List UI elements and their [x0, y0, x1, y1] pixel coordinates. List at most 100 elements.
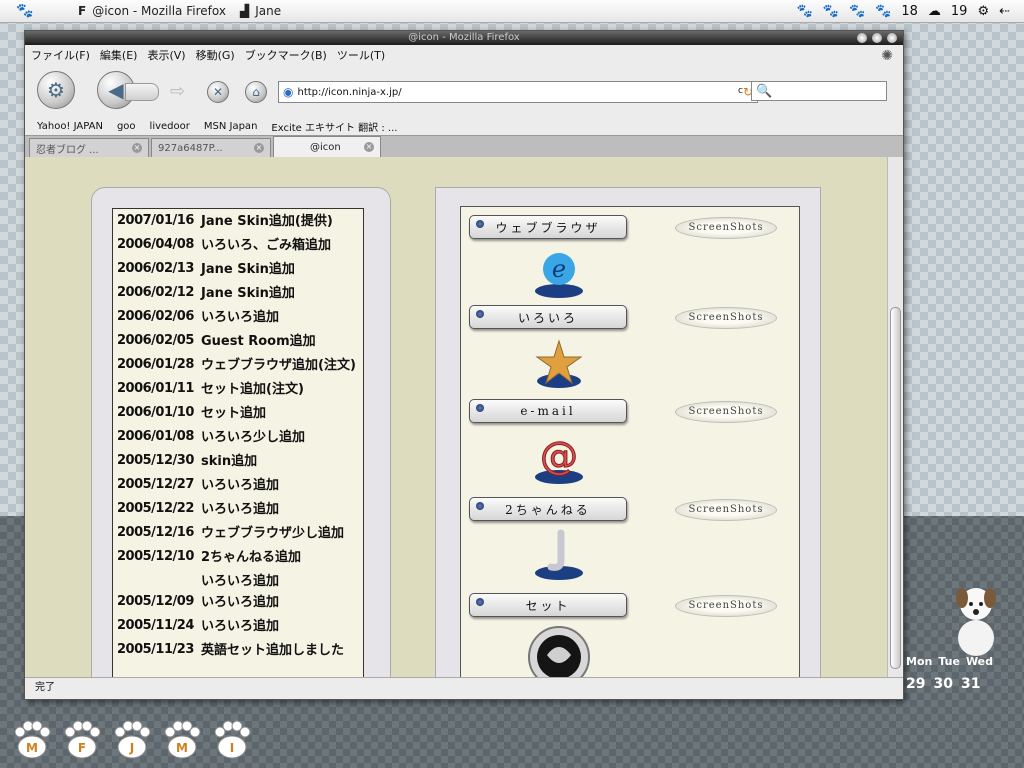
email-at-icon: @: [535, 434, 583, 484]
search-icon: 🔍: [756, 83, 773, 99]
paw-icon: F: [64, 720, 101, 759]
screenshots-button[interactable]: ScreenShots: [675, 401, 777, 423]
close-button[interactable]: [887, 33, 897, 43]
dock-paw-button[interactable]: M: [10, 720, 54, 760]
scrollbar-thumb[interactable]: [890, 307, 901, 669]
news-text[interactable]: 英語セット追加しました: [201, 638, 363, 662]
news-frame: 2007/01/16 Jane Skin追加(提供) 2006/04/08 いろいろ、…: [91, 187, 391, 677]
close-icon: ✕: [212, 85, 224, 99]
screenshots-button[interactable]: ScreenShots: [675, 595, 777, 617]
news-text[interactable]: いろいろ追加: [201, 497, 363, 521]
news-date: 2006/01/10: [117, 405, 194, 420]
tab-close-icon[interactable]: ×: [364, 142, 374, 152]
menu-file[interactable]: ファイル(F): [31, 47, 90, 63]
category-email-button[interactable]: e-mail: [469, 399, 627, 423]
news-text[interactable]: セット追加(注文): [201, 377, 363, 401]
news-text[interactable]: いろいろ追加: [201, 569, 363, 590]
news-text[interactable]: セット追加: [201, 401, 363, 425]
home-button[interactable]: ⌂: [245, 81, 267, 103]
paw-icon[interactable]: 🐾: [797, 4, 813, 19]
news-text[interactable]: ウェブブラウザ少し追加: [201, 521, 363, 545]
tab-image[interactable]: 927a6487P... ×: [151, 138, 271, 157]
news-text[interactable]: Jane Skin追加(提供): [201, 209, 363, 233]
news-date: 2006/04/08: [117, 237, 194, 252]
paw-menu-icon[interactable]: 🐾: [16, 3, 33, 19]
category-misc-button[interactable]: いろいろ: [469, 305, 627, 329]
news-date: 2005/11/24: [117, 618, 194, 633]
vertical-scrollbar[interactable]: [887, 157, 902, 677]
calendar-day: Tue: [938, 655, 960, 668]
category-web-browser-button[interactable]: ウェブブラウザ: [469, 215, 627, 239]
tab-label: @icon: [310, 141, 341, 153]
menu-edit[interactable]: 編集(E): [100, 47, 138, 63]
bookmark-item[interactable]: Excite エキサイト 翻訳 : ...: [271, 119, 397, 134]
news-text[interactable]: skin追加: [201, 449, 363, 473]
back-history-dropdown[interactable]: [125, 83, 159, 101]
news-text[interactable]: 2ちゃんねる追加: [201, 545, 363, 569]
minimize-button[interactable]: [857, 33, 867, 43]
paw-icon: J: [114, 720, 151, 759]
browser-e-icon: e: [535, 253, 583, 298]
category-set-button[interactable]: セット: [469, 593, 627, 617]
maximize-button[interactable]: [872, 33, 882, 43]
paw-icon[interactable]: 🐾: [849, 4, 865, 19]
category-list: ウェブブラウザ ScreenShots e いろいろ ScreenShots e…: [460, 206, 800, 677]
news-text[interactable]: いろいろ追加: [201, 614, 363, 638]
news-text[interactable]: Jane Skin追加: [201, 281, 363, 305]
forward-button[interactable]: ⇨: [170, 81, 185, 102]
screenshots-button[interactable]: ScreenShots: [675, 499, 777, 521]
gear-icon[interactable]: ⚙: [977, 4, 989, 19]
paw-icon: M: [164, 720, 201, 759]
tab-close-icon[interactable]: ×: [132, 143, 142, 153]
settings-gear-button[interactable]: ⚙: [37, 71, 75, 109]
screenshots-button[interactable]: ScreenShots: [675, 217, 777, 239]
task-jane[interactable]: ▟ Jane: [240, 2, 281, 20]
news-text[interactable]: Jane Skin追加: [201, 257, 363, 281]
menu-bookmarks[interactable]: ブックマーク(B): [245, 47, 327, 63]
tab-close-icon[interactable]: ×: [254, 143, 264, 153]
tray-number: 19: [950, 3, 968, 19]
bookmark-item[interactable]: goo: [117, 121, 136, 132]
bookmark-item[interactable]: Yahoo! JAPAN: [37, 121, 103, 132]
dock-letter: J: [129, 741, 134, 755]
back-arrow-icon[interactable]: ⇠: [999, 4, 1010, 19]
screenshots-button[interactable]: ScreenShots: [675, 307, 777, 329]
news-text[interactable]: いろいろ追加: [201, 473, 363, 497]
news-text[interactable]: いろいろ、ごみ箱追加: [201, 233, 363, 257]
category-2ch-button[interactable]: 2ちゃんねる: [469, 497, 627, 521]
calendar-date: 31: [960, 676, 981, 692]
menu-view[interactable]: 表示(V): [147, 47, 185, 63]
forward-arrow-icon: ⇨: [170, 81, 186, 102]
news-date: 2006/02/13: [117, 261, 194, 276]
paw-icon[interactable]: 🐾: [823, 4, 839, 19]
task-firefox[interactable]: F @icon - Mozilla Firefox: [78, 2, 226, 20]
dock-paw-button[interactable]: F: [60, 720, 104, 760]
stop-button[interactable]: ✕: [207, 81, 229, 103]
news-text[interactable]: いろいろ追加: [201, 305, 363, 329]
home-icon: ⌂: [252, 85, 260, 99]
news-text[interactable]: いろいろ少し追加: [201, 425, 363, 449]
news-item: 2005/12/09 いろいろ追加: [113, 590, 363, 614]
bookmark-item[interactable]: MSN Japan: [204, 121, 258, 132]
dock-paw-button[interactable]: M: [160, 720, 204, 760]
dock-letter: I: [230, 741, 234, 755]
news-text[interactable]: いろいろ追加: [201, 590, 363, 614]
dock-paw-button[interactable]: I: [210, 720, 254, 760]
dock-paw-button[interactable]: J: [110, 720, 154, 760]
status-bar: 完了: [25, 677, 903, 697]
news-date: 2005/12/27: [117, 477, 194, 492]
menu-go[interactable]: 移動(G): [196, 47, 235, 63]
title-bar[interactable]: @icon - Mozilla Firefox: [25, 31, 903, 45]
paw-icon[interactable]: 🐾: [875, 4, 891, 19]
news-text[interactable]: Guest Room追加: [201, 329, 363, 353]
url-bar[interactable]: ◉ http://icon.ninja-x.jp/ ↻: [278, 81, 758, 103]
tab-ninja-blog[interactable]: 忍者ブログ ... ×: [29, 138, 149, 157]
tab-icon[interactable]: @icon ×: [273, 136, 381, 157]
menu-tools[interactable]: ツール(T): [337, 47, 385, 63]
search-input[interactable]: 🔍: [751, 81, 887, 101]
back-arrow-icon: ◀: [108, 78, 124, 102]
bookmark-item[interactable]: livedoor: [150, 121, 190, 132]
news-text[interactable]: ウェブブラウザ追加(注文): [201, 353, 363, 377]
throbber-icon: ✺: [881, 48, 893, 64]
weather-icon[interactable]: ☁: [928, 4, 941, 19]
